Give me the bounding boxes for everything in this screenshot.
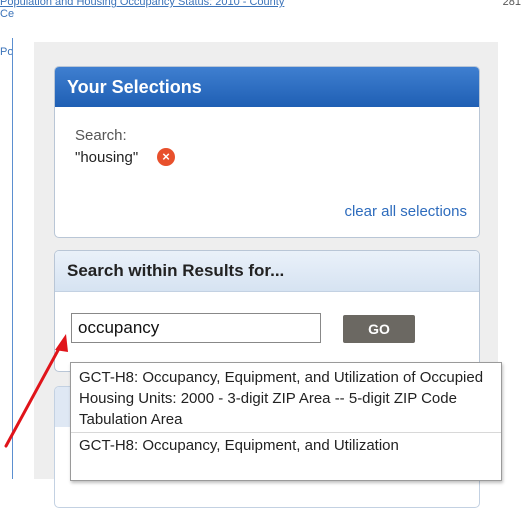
annotation-arrow [4, 334, 68, 448]
